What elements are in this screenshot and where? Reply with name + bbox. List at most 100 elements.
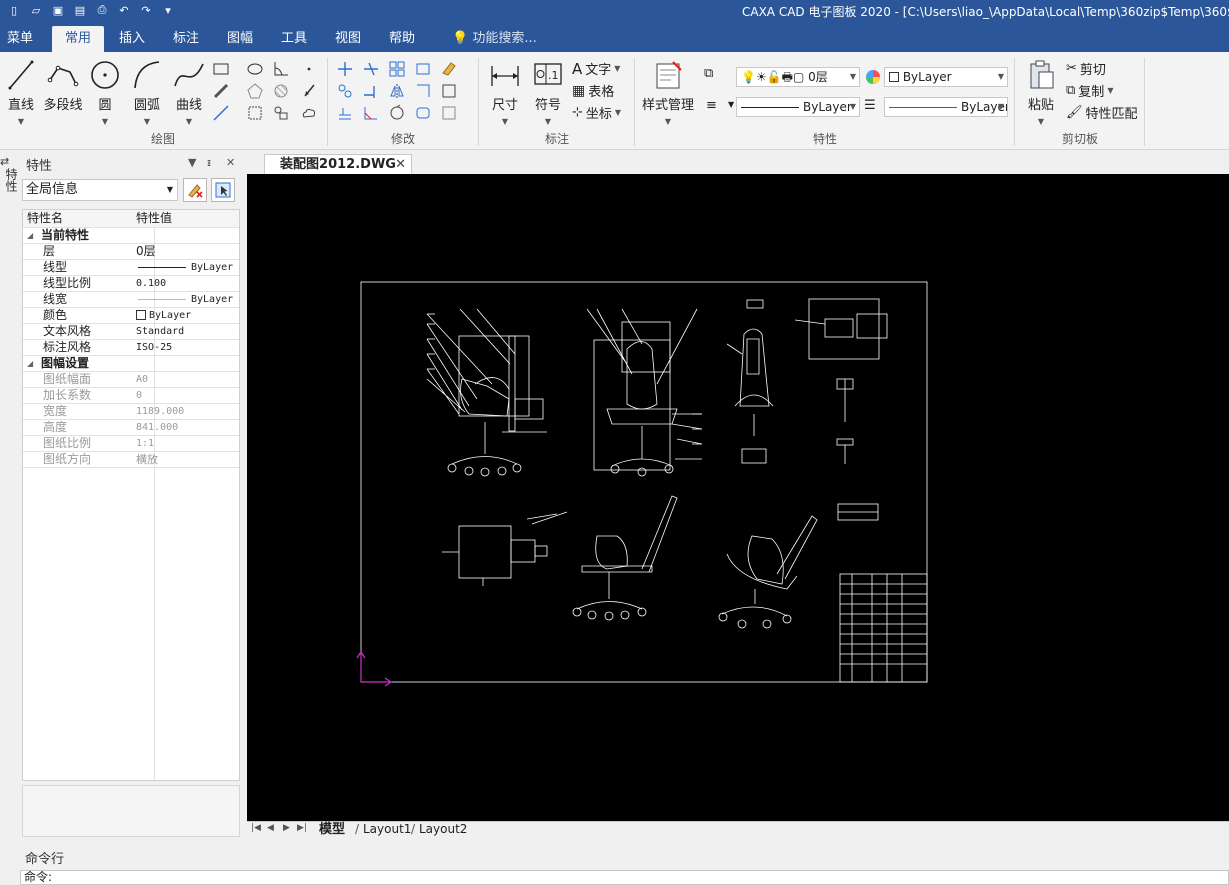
property-row[interactable]: 文本风格 Standard: [23, 324, 239, 340]
dimension-button[interactable]: 尺寸 ▼: [486, 58, 524, 128]
curve-button[interactable]: 曲线 ▼: [172, 58, 206, 128]
style-manager-button[interactable]: 样式管理 ▼: [640, 58, 696, 128]
scope-select[interactable]: 全局信息 ▼: [22, 179, 178, 201]
hatch-line-icon[interactable]: [212, 82, 230, 100]
mirror-icon[interactable]: [388, 82, 406, 100]
extend-icon[interactable]: [362, 82, 380, 100]
customize-toolbar-icon[interactable]: ▾: [160, 2, 176, 18]
tab-layout1[interactable]: Layout1: [363, 822, 411, 838]
stretch-icon[interactable]: [414, 82, 432, 100]
circle-button[interactable]: 圆 ▼: [88, 58, 122, 128]
tab-menu[interactable]: 菜单: [0, 26, 40, 52]
trim-icon[interactable]: [362, 60, 380, 78]
offset-icon[interactable]: [336, 104, 354, 122]
tab-insert[interactable]: 插入: [110, 26, 154, 52]
tab-layout1-separator: /: [355, 822, 360, 836]
tab-tools[interactable]: 工具: [272, 26, 316, 52]
align-icon[interactable]: [440, 104, 458, 122]
layer-select[interactable]: 💡☀🔓🖶▢ 0层 ▼: [736, 67, 860, 87]
close-icon[interactable]: ✕: [395, 155, 406, 174]
property-row[interactable]: 线宽 ByLayer: [23, 292, 239, 308]
ellipse-icon[interactable]: [246, 60, 264, 78]
arrow-pointer-icon[interactable]: [300, 82, 318, 100]
angle-line-icon[interactable]: [272, 60, 290, 78]
color-wheel-icon[interactable]: [864, 68, 882, 86]
cloud-icon[interactable]: [300, 104, 318, 122]
chevron-down-icon: ▼: [17, 117, 25, 126]
new-file-icon[interactable]: ▯: [6, 2, 22, 18]
drawing-canvas[interactable]: [247, 174, 1229, 821]
document-tab[interactable]: 装配图2012.DWG ✕: [264, 154, 412, 174]
explode-icon[interactable]: [440, 82, 458, 100]
table-button[interactable]: ▦ 表格: [572, 81, 614, 101]
property-row: 图纸方向 横放: [23, 452, 239, 468]
save-icon[interactable]: ▣: [50, 2, 66, 18]
copy-button[interactable]: ⧉ 复制 ▼: [1066, 81, 1113, 100]
save-as-icon[interactable]: ▤: [72, 2, 88, 18]
image-insert-icon[interactable]: [272, 104, 290, 122]
category-current[interactable]: ◢ 当前特性: [23, 228, 239, 244]
tab-sheet[interactable]: 图幅: [218, 26, 262, 52]
hatch-icon[interactable]: [272, 82, 290, 100]
pin-icon[interactable]: ᵻ: [207, 156, 211, 169]
array-icon[interactable]: [388, 60, 406, 78]
command-input[interactable]: 命令:: [20, 870, 1229, 885]
lineweight-select[interactable]: ByLayer ▼: [884, 97, 1008, 117]
tab-layout2[interactable]: Layout2: [419, 822, 467, 838]
match-properties-button[interactable]: 🖌 特性匹配: [1066, 103, 1138, 122]
tab-help[interactable]: 帮助: [380, 26, 424, 52]
next-layout-icon[interactable]: ▶: [283, 823, 290, 833]
coordinate-button[interactable]: ⊹ 坐标 ▼: [572, 103, 621, 122]
property-row[interactable]: 线型 ByLayer: [23, 260, 239, 276]
open-file-icon[interactable]: ▱: [28, 2, 44, 18]
redo-icon[interactable]: ↷: [138, 2, 154, 18]
text-button[interactable]: A 文字 ▼: [572, 59, 620, 79]
last-layout-icon[interactable]: ▶|: [297, 823, 307, 833]
linetype-select[interactable]: ByLayer ▼: [736, 97, 860, 117]
chamfer-icon[interactable]: [362, 104, 380, 122]
scale-icon[interactable]: [414, 60, 432, 78]
point-icon[interactable]: [300, 60, 318, 78]
fillet-icon[interactable]: [414, 104, 432, 122]
arc-button[interactable]: 圆弧 ▼: [130, 58, 164, 128]
eraser-icon[interactable]: [440, 60, 458, 78]
chevron-down-icon[interactable]: ▼: [728, 100, 734, 109]
first-layout-icon[interactable]: |◀: [251, 823, 261, 833]
tab-home[interactable]: 常用: [52, 26, 104, 52]
polyline-button[interactable]: 多段线: [42, 58, 84, 113]
rotate-icon[interactable]: [388, 104, 406, 122]
line-button[interactable]: 直线 ▼: [4, 58, 38, 128]
tab-annotate[interactable]: 标注: [164, 26, 208, 52]
block-icon[interactable]: [246, 104, 264, 122]
symbol-button[interactable]: .1 符号 ▼: [530, 58, 566, 128]
polygon-icon[interactable]: [246, 82, 264, 100]
paste-button[interactable]: 粘贴 ▼: [1022, 58, 1060, 128]
feature-search[interactable]: 💡 功能搜索...: [452, 26, 537, 52]
layer-manager-icon[interactable]: ⧉: [704, 66, 713, 81]
property-row[interactable]: 颜色 ByLayer: [23, 308, 239, 324]
quick-select-button[interactable]: [183, 178, 207, 202]
rectangle-icon[interactable]: [212, 60, 230, 78]
copy-object-icon[interactable]: [336, 82, 354, 100]
select-objects-button[interactable]: [211, 178, 235, 202]
tab-model[interactable]: 模型: [319, 822, 345, 838]
category-sheet[interactable]: ◢ 图幅设置: [23, 356, 239, 372]
print-icon[interactable]: ⎙: [94, 2, 110, 18]
group-separator: [478, 58, 479, 146]
move-icon[interactable]: [336, 60, 354, 78]
property-row[interactable]: 层 0层: [23, 244, 239, 260]
panel-menu-icon[interactable]: ▼: [188, 156, 196, 169]
property-row[interactable]: 标注风格 ISO-25: [23, 340, 239, 356]
properties-vertical-tab[interactable]: ⇄ 特性: [0, 155, 20, 192]
lineweight-icon[interactable]: ☰: [864, 98, 876, 113]
cut-button[interactable]: ✂ 剪切: [1066, 59, 1106, 78]
property-row[interactable]: 线型比例 0.100: [23, 276, 239, 292]
linetype-list-icon[interactable]: ≡: [706, 98, 717, 113]
tab-view[interactable]: 视图: [326, 26, 370, 52]
color-select[interactable]: ByLayer ▼: [884, 67, 1008, 87]
construction-line-icon[interactable]: [212, 104, 230, 122]
property-row: 加长系数 0: [23, 388, 239, 404]
close-icon[interactable]: ✕: [226, 156, 235, 169]
prev-layout-icon[interactable]: ◀: [267, 823, 274, 833]
undo-icon[interactable]: ↶: [116, 2, 132, 18]
